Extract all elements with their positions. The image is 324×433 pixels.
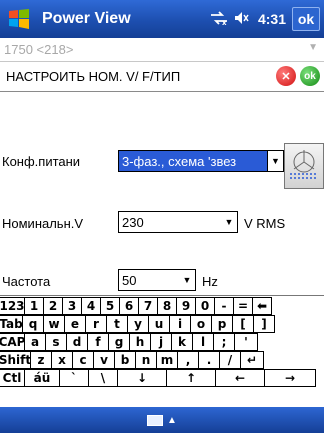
keyboard-key[interactable]: e bbox=[64, 315, 86, 333]
keyboard-key[interactable]: i bbox=[169, 315, 191, 333]
keyboard-key[interactable]: g bbox=[108, 333, 130, 351]
keyboard-key[interactable]: 0 bbox=[195, 297, 215, 315]
keyboard-key[interactable]: x bbox=[51, 351, 73, 369]
keyboard-key[interactable]: 9 bbox=[176, 297, 196, 315]
keyboard-key[interactable]: t bbox=[106, 315, 128, 333]
voltage-value: 230 bbox=[122, 214, 144, 230]
keyboard-key[interactable]: h bbox=[129, 333, 151, 351]
ok-button[interactable]: ok bbox=[292, 7, 320, 31]
keyboard-key[interactable]: / bbox=[219, 351, 241, 369]
keyboard-key[interactable]: ← bbox=[215, 369, 265, 387]
keyboard-key[interactable]: CAP bbox=[0, 333, 25, 351]
voltage-label: Номинальн.V bbox=[2, 216, 84, 231]
keyboard-key[interactable]: w bbox=[43, 315, 65, 333]
keyboard-key[interactable]: 5 bbox=[100, 297, 120, 315]
voltage-select[interactable]: 230 ▼ bbox=[118, 211, 238, 233]
ok-icon: ok bbox=[304, 70, 316, 82]
settings-header: НАСТРОИТЬ НОМ. V/ F/ТИП ✕ ok bbox=[0, 62, 324, 92]
keyboard-key[interactable]: n bbox=[135, 351, 157, 369]
supply-config-value: 3-фаз., схема 'звез bbox=[119, 151, 267, 171]
keyboard-key[interactable]: 123 bbox=[0, 297, 25, 315]
keyboard-key[interactable]: r bbox=[85, 315, 107, 333]
keyboard-key[interactable]: 1 bbox=[24, 297, 44, 315]
keyboard-key[interactable]: o bbox=[190, 315, 212, 333]
keyboard-icon bbox=[147, 414, 164, 426]
keyboard-key[interactable]: Ctl bbox=[0, 369, 25, 387]
keyboard-key[interactable]: 7 bbox=[138, 297, 158, 315]
keyboard-key[interactable]: 3 bbox=[62, 297, 82, 315]
confirm-button[interactable]: ok bbox=[300, 66, 320, 86]
keyboard-key[interactable]: [ bbox=[232, 315, 254, 333]
keyboard-key[interactable]: 4 bbox=[81, 297, 101, 315]
soft-keyboard: 123 1 2 3 4 5 6 7 8 9 0- = ⬅ Tab q w e r t y u i o p[] CAP a s d f… bbox=[0, 295, 324, 407]
chevron-up-icon: ▲ bbox=[167, 414, 177, 426]
svg-text:x: x bbox=[222, 19, 227, 25]
close-icon: ✕ bbox=[281, 70, 291, 83]
keyboard-key[interactable]: ↓ bbox=[117, 369, 167, 387]
keyboard-key[interactable]: q bbox=[22, 315, 44, 333]
supply-config-label: Конф.питани bbox=[2, 154, 81, 169]
keyboard-key[interactable]: j bbox=[150, 333, 172, 351]
chevron-down-icon: ▼ bbox=[224, 217, 234, 227]
keyboard-key[interactable]: b bbox=[114, 351, 136, 369]
page-title: НАСТРОИТЬ НОМ. V/ F/ТИП bbox=[6, 69, 181, 84]
chevron-down-icon: ▼ bbox=[308, 42, 318, 53]
keyboard-key[interactable]: \ bbox=[88, 369, 118, 387]
keyboard-key[interactable]: a bbox=[24, 333, 46, 351]
keyboard-key[interactable]: k bbox=[171, 333, 193, 351]
connectivity-icon[interactable]: x bbox=[210, 10, 228, 28]
keyboard-key[interactable]: c bbox=[72, 351, 94, 369]
keyboard-key[interactable]: áü bbox=[24, 369, 60, 387]
keyboard-key[interactable]: 8 bbox=[157, 297, 177, 315]
keyboard-key[interactable]: ] bbox=[253, 315, 275, 333]
keyboard-key[interactable]: ' bbox=[234, 333, 258, 351]
keyboard-key[interactable]: → bbox=[264, 369, 316, 387]
keyboard-key[interactable]: d bbox=[66, 333, 88, 351]
keyboard-key[interactable]: Tab bbox=[0, 315, 23, 333]
device-header: 1750 <218> ▼ bbox=[0, 38, 324, 62]
title-bar: Power View x 4:31 ok bbox=[0, 0, 324, 38]
speaker-icon[interactable] bbox=[234, 11, 252, 28]
keyboard-key[interactable]: ↑ bbox=[166, 369, 216, 387]
chevron-down-icon: ▼ bbox=[267, 151, 283, 171]
keyboard-key[interactable]: z bbox=[30, 351, 52, 369]
schema-button[interactable] bbox=[284, 143, 324, 189]
keyboard-key[interactable]: p bbox=[211, 315, 233, 333]
keyboard-key[interactable]: l bbox=[192, 333, 214, 351]
keyboard-key[interactable]: u bbox=[148, 315, 170, 333]
frequency-select[interactable]: 50 ▼ bbox=[118, 269, 196, 291]
keyboard-key[interactable]: ⬅ bbox=[252, 297, 272, 315]
keyboard-key[interactable]: m bbox=[156, 351, 178, 369]
keyboard-key[interactable]: 2 bbox=[43, 297, 63, 315]
frequency-value: 50 bbox=[122, 272, 137, 288]
keyboard-key[interactable]: 6 bbox=[119, 297, 139, 315]
keyboard-key[interactable]: f bbox=[87, 333, 109, 351]
star-connection-icon bbox=[287, 144, 321, 189]
clock[interactable]: 4:31 bbox=[258, 11, 286, 27]
keyboard-key[interactable]: ↵ bbox=[240, 351, 264, 369]
keyboard-key[interactable]: Shift bbox=[0, 351, 31, 369]
cancel-button[interactable]: ✕ bbox=[276, 66, 296, 86]
device-id-text: 1750 <218> bbox=[4, 42, 74, 57]
chevron-down-icon: ▼ bbox=[182, 275, 192, 285]
keyboard-key[interactable]: , bbox=[177, 351, 199, 369]
app-title: Power View bbox=[42, 10, 131, 27]
keyboard-key[interactable]: - bbox=[214, 297, 234, 315]
voltage-unit: V RMS bbox=[244, 216, 286, 231]
keyboard-key[interactable]: s bbox=[45, 333, 67, 351]
keyboard-key[interactable]: y bbox=[127, 315, 149, 333]
keyboard-key[interactable]: v bbox=[93, 351, 115, 369]
input-panel-button[interactable]: ▲ bbox=[147, 414, 177, 426]
frequency-label: Частота bbox=[2, 274, 51, 289]
keyboard-key[interactable]: = bbox=[233, 297, 253, 315]
menu-bar: ▲ bbox=[0, 407, 324, 433]
keyboard-key[interactable]: ; bbox=[213, 333, 235, 351]
windows-logo-icon[interactable] bbox=[0, 0, 38, 38]
keyboard-key[interactable]: ` bbox=[59, 369, 89, 387]
supply-config-select[interactable]: 3-фаз., схема 'звез ▼ bbox=[118, 150, 284, 172]
keyboard-key[interactable]: . bbox=[198, 351, 220, 369]
frequency-unit: Hz bbox=[202, 274, 218, 289]
